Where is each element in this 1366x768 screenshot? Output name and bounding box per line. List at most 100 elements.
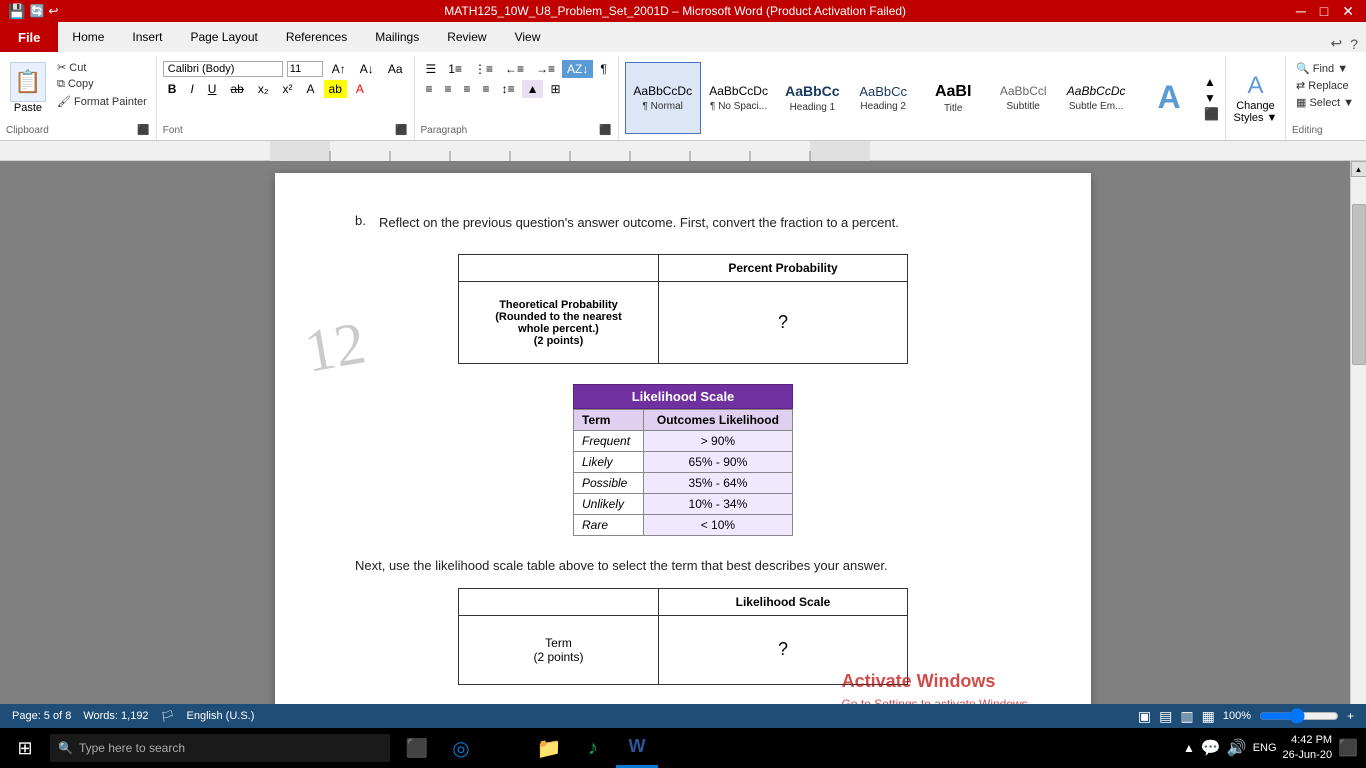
format-painter-btn[interactable]: 🖌 Format Painter [54,94,150,109]
style-subtitle-label: Subtitle [1007,101,1040,112]
cut-btn[interactable]: ✂ Cut [54,60,150,75]
taskbar-task-view[interactable]: ⬛ [396,728,438,768]
bold-btn[interactable]: B [163,80,182,98]
align-left-btn[interactable]: ≡ [421,80,438,98]
styles-expand-btn[interactable]: ⬛ [1204,107,1219,121]
taskbar-explorer[interactable]: 📁 [528,728,570,768]
scroll-up-btn[interactable]: ▲ [1351,161,1366,177]
start-btn[interactable]: ⊞ [0,728,50,768]
find-btn[interactable]: 🔍 Find ▼ [1292,60,1360,77]
view-print-btn[interactable]: ▣ [1138,708,1151,725]
likelihood-scale-container: Likelihood Scale Term Outcomes Likelihoo… [573,384,793,536]
taskbar-sound[interactable]: 🔊 [1227,738,1247,758]
prob-table-value[interactable]: ? [659,282,908,364]
line-spacing-btn[interactable]: ↕≡ [497,80,520,98]
tab-view[interactable]: View [501,22,555,52]
zoom-slider[interactable] [1259,708,1339,724]
strikethrough-btn[interactable]: ab [225,80,248,98]
font-decrease-btn[interactable]: A↓ [355,60,379,78]
tab-references[interactable]: References [272,22,361,52]
prob-table-row-label: Theoretical Probability(Rounded to the n… [459,282,659,364]
taskbar-chrome[interactable]: ⊙ [484,728,526,768]
taskbar-search-box[interactable]: 🔍 Type here to search [50,734,390,762]
sort-btn[interactable]: AZ↓ [562,60,593,78]
undo-btn[interactable]: ↩ [48,4,58,18]
taskbar-word[interactable]: W [616,728,658,768]
font-family-input[interactable] [163,61,283,77]
clipboard-group-label-row: Clipboard ⬛ [6,125,150,136]
taskbar-right: ▲ 💬 🔊 ENG 4:42 PM 26-Jun-20 ⬛ [1183,733,1366,764]
close-btn[interactable]: ✕ [1338,3,1358,20]
align-right-btn[interactable]: ≡ [459,80,476,98]
change-styles-btn[interactable]: ChangeStyles ▼ [1234,100,1278,124]
style-no-spacing[interactable]: AaBbCcDc ¶ No Spaci... [701,62,777,134]
tab-page-layout[interactable]: Page Layout [176,22,271,52]
style-change-a[interactable]: A [1134,62,1204,134]
taskbar-edge[interactable]: ◎ [440,728,482,768]
help-icon[interactable]: ↩ [1330,35,1342,52]
zoom-in-btn[interactable]: + [1347,709,1354,723]
restore-btn[interactable]: □ [1316,3,1332,20]
taskbar-notification[interactable]: ⬛ [1338,738,1358,758]
font-size-input[interactable] [287,61,323,77]
font-expand[interactable]: ⬛ [395,125,407,136]
italic-btn[interactable]: I [185,80,198,98]
justify-btn[interactable]: ≡ [478,80,495,98]
show-hide-btn[interactable]: ¶ [595,60,611,78]
title-bar: 💾 🔄 ↩ MATH125_10W_U8_Problem_Set_2001D –… [0,0,1366,22]
superscript-btn[interactable]: x² [278,80,298,98]
taskbar: ⊞ 🔍 Type here to search ⬛ ◎ ⊙ 📁 ♪ W ▲ 💬 … [0,728,1366,768]
scroll-thumb[interactable] [1352,204,1366,365]
align-center-btn[interactable]: ≡ [440,80,457,98]
styles-down-btn[interactable]: ▼ [1204,91,1219,105]
paste-btn[interactable]: 📋 Paste [6,60,50,116]
view-outline-btn[interactable]: ▦ [1202,708,1215,725]
border-btn[interactable]: ⊞ [545,80,565,98]
subscript-btn[interactable]: x₂ [253,80,274,98]
select-btn[interactable]: ▦ Select ▼ [1292,94,1360,111]
multilevel-btn[interactable]: ⋮≡ [469,60,498,78]
para-expand[interactable]: ⬛ [599,125,611,136]
tab-file[interactable]: File [0,22,58,52]
likelihood-row: Possible35% - 64% [574,473,793,494]
styles-up-btn[interactable]: ▲ [1204,75,1219,89]
taskbar-music[interactable]: ♪ [572,728,614,768]
increase-indent-btn[interactable]: →≡ [531,60,560,78]
view-web-btn[interactable]: ▥ [1180,708,1193,725]
replace-btn[interactable]: ⇄ Replace [1292,77,1360,94]
copy-btn[interactable]: ⧉ Copy [54,77,150,92]
font-color-btn[interactable]: A [351,80,369,98]
tab-insert[interactable]: Insert [118,22,176,52]
clipboard-expand[interactable]: ⬛ [137,125,149,136]
style-title[interactable]: AaBI Title [918,62,988,134]
scroll-track[interactable] [1351,177,1366,713]
question-b-row: b. Reflect on the previous question's an… [355,213,1011,238]
tab-mailings[interactable]: Mailings [361,22,433,52]
quick-save[interactable]: 🔄 [29,4,44,18]
font-increase-btn[interactable]: A↑ [327,60,351,78]
likelihood-header-row: Term Outcomes Likelihood [574,410,793,431]
numbering-btn[interactable]: 1≡ [443,60,467,78]
help-btn[interactable]: ? [1350,36,1358,52]
style-subtle-em[interactable]: AaBbCcDc Subtle Em... [1058,62,1134,134]
taskbar-comment[interactable]: 💬 [1201,738,1221,758]
clear-formatting-btn[interactable]: Aa [383,60,408,78]
text-highlight-btn[interactable]: ab [324,80,347,98]
style-subtitle[interactable]: AaBbCcl Subtitle [988,62,1058,134]
view-full-btn[interactable]: ▤ [1159,708,1172,725]
underline-btn[interactable]: U [203,80,222,98]
style-heading2[interactable]: AaBbCc Heading 2 [848,62,918,134]
likelihood-table: Term Outcomes Likelihood Frequent> 90%Li… [573,409,793,536]
style-heading1[interactable]: AaBbCc Heading 1 [777,62,849,134]
style-normal[interactable]: AaBbCcDc ¶ Normal [625,62,701,134]
decrease-indent-btn[interactable]: ←≡ [500,60,529,78]
tab-home[interactable]: Home [58,22,118,52]
text-effects-btn[interactable]: A [302,80,320,98]
shading-btn[interactable]: ▲ [522,80,544,98]
taskbar-up-arrow[interactable]: ▲ [1183,741,1195,755]
prob-table-empty-header [459,255,659,282]
bullets-btn[interactable]: ☰ [421,60,442,78]
tab-review[interactable]: Review [433,22,500,52]
minimize-btn[interactable]: ─ [1292,3,1310,20]
likelihood-row: Likely65% - 90% [574,452,793,473]
